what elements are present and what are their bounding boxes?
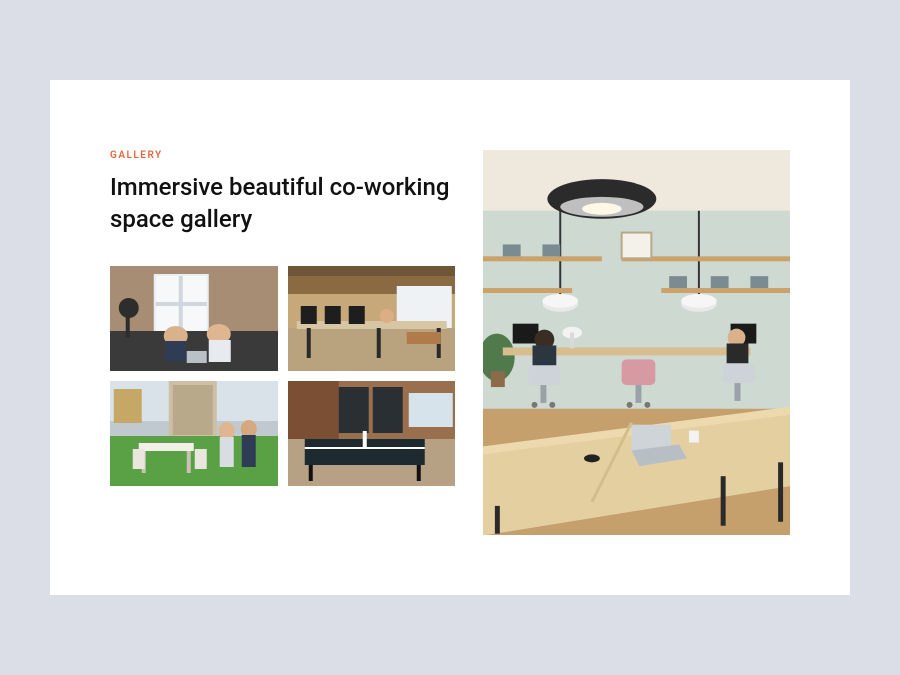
- gallery-card: GALLERY Immersive beautiful co-working s…: [50, 80, 850, 595]
- photo-icon: [288, 381, 456, 486]
- gallery-hero-image[interactable]: [483, 150, 790, 535]
- gallery-right-column: [483, 150, 790, 535]
- photo-icon: [110, 381, 278, 486]
- gallery-thumb-4[interactable]: [288, 381, 456, 486]
- photo-icon: [288, 266, 456, 371]
- gallery-thumb-3[interactable]: [110, 381, 278, 486]
- gallery-thumbnail-grid: [110, 266, 455, 486]
- gallery-left-column: GALLERY Immersive beautiful co-working s…: [110, 150, 455, 535]
- gallery-thumb-1[interactable]: [110, 266, 278, 371]
- photo-icon: [110, 266, 278, 371]
- gallery-eyebrow: GALLERY: [110, 150, 455, 161]
- gallery-title: Immersive beautiful co-working space gal…: [110, 171, 455, 236]
- gallery-thumb-2[interactable]: [288, 266, 456, 371]
- photo-icon: [483, 150, 790, 535]
